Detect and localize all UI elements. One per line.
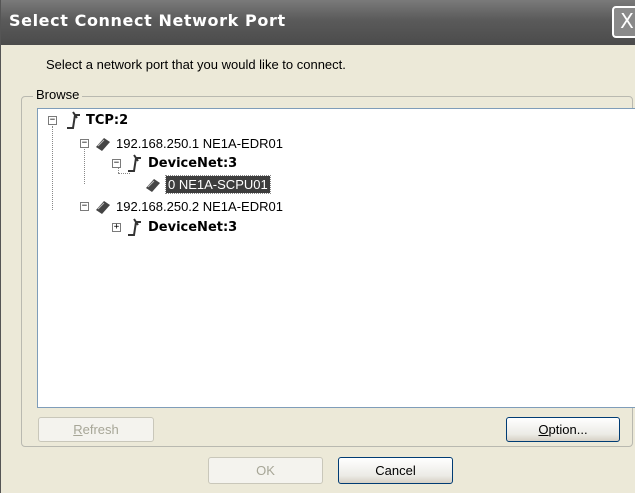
collapse-toggle[interactable]: − (80, 139, 89, 148)
network-port-icon (128, 218, 141, 236)
network-port-icon (128, 154, 141, 172)
select-connect-network-port-dialog: Select Connect Network Port X Select a n… (0, 0, 635, 493)
tree-connector (84, 144, 85, 184)
expand-toggle[interactable]: + (112, 223, 121, 232)
close-button[interactable]: X (612, 6, 635, 38)
tree-node-label: 192.168.250.2 NE1A-EDR01 (116, 199, 283, 214)
tree-node-label: 0 NE1A-SCPU01 (165, 175, 271, 194)
cancel-button[interactable]: Cancel (338, 457, 453, 484)
tree-node-label: DeviceNet:3 (148, 220, 238, 235)
device-icon (96, 201, 110, 214)
refresh-button[interactable]: Refresh (38, 417, 154, 442)
tree-node-label: 192.168.250.1 NE1A-EDR01 (116, 136, 283, 151)
tree-node-label: DeviceNet:3 (148, 156, 238, 171)
network-tree[interactable]: − TCP:2 − 192.168.250.1 NE1A-EDR01 − Dev… (37, 108, 635, 408)
option-mnemonic: O (538, 422, 549, 437)
ok-button[interactable]: OK (208, 457, 323, 484)
browse-group-label: Browse (33, 87, 83, 102)
option-label: ption... (548, 422, 588, 437)
tree-node-label: TCP:2 (86, 113, 129, 128)
device-icon (146, 179, 160, 192)
collapse-toggle[interactable]: − (48, 116, 57, 125)
tree-connector (52, 126, 53, 210)
device-icon (96, 138, 110, 151)
close-icon: X (620, 9, 634, 33)
refresh-label: efresh (82, 422, 119, 437)
collapse-toggle[interactable]: − (112, 159, 121, 168)
title-bar[interactable]: Select Connect Network Port X (1, 0, 635, 45)
network-port-icon (67, 111, 80, 129)
dialog-title: Select Connect Network Port (9, 11, 286, 30)
instruction-text: Select a network port that you would lik… (46, 57, 346, 72)
refresh-mnemonic: R (73, 422, 83, 437)
option-button[interactable]: Option... (506, 417, 620, 442)
collapse-toggle[interactable]: − (80, 202, 89, 211)
